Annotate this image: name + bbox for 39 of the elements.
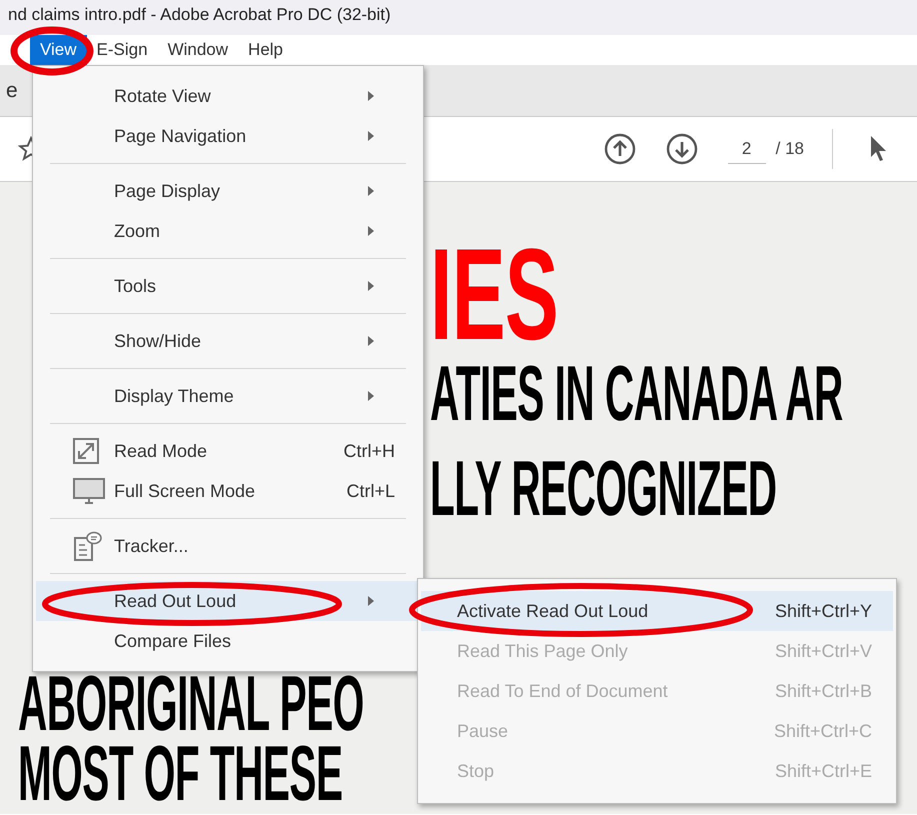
scroll-up-icon[interactable]	[604, 133, 636, 165]
menu-item[interactable]: Compare Files	[36, 621, 420, 661]
window-title: nd claims intro.pdf - Adobe Acrobat Pro DC (32-bit)	[8, 5, 391, 25]
monitor-icon	[73, 478, 105, 504]
menu-bar-item[interactable]: E-Sign	[86, 35, 158, 65]
menu-item[interactable]: Read Mode Ctrl+H	[36, 431, 420, 471]
submenu-arrow-icon	[368, 131, 374, 141]
document-text: ABORIGINAL PEO	[18, 670, 364, 736]
page-number-field[interactable]: 2	[728, 134, 766, 164]
menu-item[interactable]: Display Theme	[36, 376, 420, 416]
document-text: LLY RECOGNIZED	[430, 454, 777, 521]
submenu-arrow-icon	[368, 186, 374, 196]
menu-item[interactable]: Tracker...	[36, 526, 420, 566]
tracker-icon	[73, 531, 103, 561]
menu-bar-item[interactable]: View	[30, 35, 87, 65]
expand-icon	[73, 438, 99, 464]
menu-item[interactable]: Page Navigation	[36, 116, 420, 156]
submenu-arrow-icon	[368, 91, 374, 101]
document-heading: IES	[430, 238, 558, 349]
menu-item[interactable]: Show/Hide	[36, 321, 420, 361]
submenu-arrow-icon	[368, 596, 374, 606]
menu-bar-item[interactable]: Window	[158, 35, 238, 65]
menu-item[interactable]: Activate Read Out Loud Shift+Ctrl+Y	[421, 591, 893, 631]
menu-item[interactable]: Rotate View	[36, 76, 420, 116]
submenu-arrow-icon	[368, 336, 374, 346]
tab-label[interactable]: e	[6, 78, 18, 102]
menu-item[interactable]: Tools	[36, 266, 420, 306]
submenu-arrow-icon	[368, 281, 374, 291]
submenu-arrow-icon	[368, 226, 374, 236]
page-count: / 18	[776, 139, 804, 159]
menu-bar-item[interactable]: Help	[238, 35, 294, 65]
menu-item[interactable]: Full Screen Mode Ctrl+L	[36, 471, 420, 511]
submenu-arrow-icon	[368, 391, 374, 401]
pointer-icon[interactable]	[869, 135, 889, 163]
menu-item[interactable]: Zoom	[36, 211, 420, 251]
menu-item[interactable]: Page Display	[36, 171, 420, 211]
document-text: ATIES IN CANADA AR	[430, 360, 843, 426]
document-text: MOST OF THESE	[18, 740, 342, 806]
scroll-down-icon[interactable]	[666, 133, 698, 165]
